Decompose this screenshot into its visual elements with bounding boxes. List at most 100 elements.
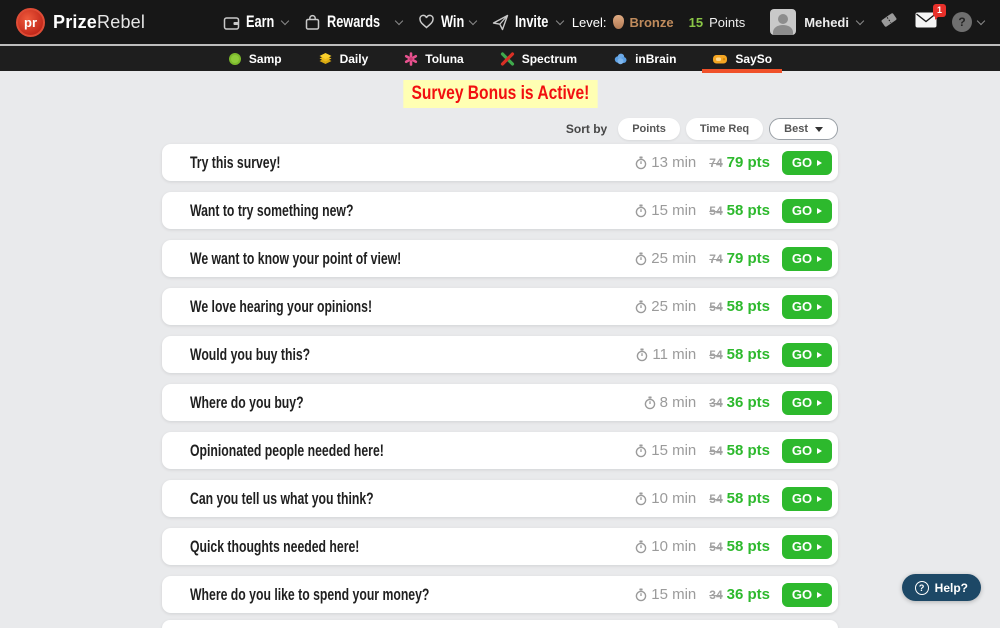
- go-button[interactable]: GO: [782, 343, 832, 367]
- original-points: 54: [709, 300, 722, 314]
- sayso-icon: [712, 52, 728, 66]
- play-icon: [817, 400, 822, 406]
- survey-row: We love hearing your opinions! 25 min 54…: [162, 288, 838, 325]
- caret-down-icon: [815, 127, 823, 132]
- chevron-down-icon: [556, 16, 564, 24]
- time-value: 15 min: [651, 586, 696, 603]
- stopwatch-icon: [635, 252, 647, 266]
- level-tier: Bronze: [630, 15, 674, 30]
- chevron-down-icon: [856, 16, 864, 24]
- go-label: GO: [792, 539, 812, 554]
- survey-title: Want to try something new?: [190, 201, 511, 221]
- survey-meta: 10 min 54 58 pts GO: [635, 487, 832, 511]
- time-value: 15 min: [651, 202, 696, 219]
- go-button[interactable]: GO: [782, 199, 832, 223]
- play-icon: [817, 256, 822, 262]
- survey-row: Where do you buy? 8 min 34 36 pts GO: [162, 384, 838, 421]
- menu-win[interactable]: Win: [418, 12, 476, 32]
- go-button[interactable]: GO: [782, 151, 832, 175]
- tab-spectrum-label: Spectrum: [522, 52, 577, 66]
- stopwatch-icon: [636, 348, 648, 362]
- survey-row: Where do you like to spend your money? 1…: [162, 576, 838, 613]
- sort-points-button[interactable]: Points: [618, 118, 680, 140]
- tab-sayso[interactable]: SaySo: [694, 46, 790, 71]
- time-value: 25 min: [651, 298, 696, 315]
- banner-area: Survey Bonus is Active!: [0, 80, 1000, 107]
- time-estimate: 10 min: [635, 490, 696, 507]
- original-points: 54: [709, 348, 722, 362]
- go-button[interactable]: GO: [782, 535, 832, 559]
- go-button[interactable]: GO: [782, 487, 832, 511]
- account-area: Level: Bronze 15 Points Mehedi 1: [572, 9, 984, 35]
- original-points: 34: [709, 396, 722, 410]
- go-label: GO: [792, 587, 812, 602]
- help-button[interactable]: ? Help?: [902, 574, 981, 601]
- sort-by-label: Sort by: [566, 122, 607, 136]
- tab-spectrum[interactable]: Spectrum: [482, 46, 595, 71]
- play-icon: [817, 544, 822, 550]
- go-label: GO: [792, 155, 812, 170]
- logo-pr-icon: pr: [16, 8, 45, 37]
- go-button[interactable]: GO: [782, 295, 832, 319]
- points-value: 79 pts: [727, 250, 770, 267]
- chevron-down-icon: [281, 16, 289, 24]
- survey-meta: 25 min 74 79 pts GO: [635, 247, 832, 271]
- original-points: 74: [709, 252, 722, 266]
- tab-toluna[interactable]: Toluna: [386, 46, 481, 71]
- menu-earn[interactable]: Earn: [223, 12, 288, 32]
- menu-rewards[interactable]: Rewards: [304, 12, 402, 32]
- samp-icon: [228, 52, 242, 66]
- survey-title: We love hearing your opinions!: [190, 297, 511, 317]
- main-menu: Earn Rewards Win Invite: [223, 12, 563, 32]
- time-estimate: 25 min: [635, 250, 696, 267]
- tab-samp[interactable]: Samp: [210, 46, 300, 71]
- play-icon: [817, 592, 822, 598]
- survey-row: Want to try something new? 15 min 54 58 …: [162, 192, 838, 229]
- user-menu[interactable]: Mehedi: [770, 9, 863, 35]
- go-label: GO: [792, 395, 812, 410]
- ticket-icon: [878, 10, 900, 35]
- survey-provider-tabs: Samp Daily Toluna Spectrum inBrain SaySo: [0, 44, 1000, 71]
- points-value: 36 pts: [727, 394, 770, 411]
- sort-best-dropdown[interactable]: Best: [769, 118, 838, 140]
- rewards-ticket-button[interactable]: [878, 10, 900, 35]
- survey-title: Try this survey!: [190, 153, 511, 173]
- survey-title: Opinionated people needed here!: [190, 441, 511, 461]
- help-menu[interactable]: ?: [952, 12, 984, 32]
- time-estimate: 15 min: [635, 586, 696, 603]
- stopwatch-icon: [644, 396, 656, 410]
- survey-row: Try this survey! 13 min 74 79 pts GO: [162, 144, 838, 181]
- survey-title: Where do you like to spend your money?: [190, 585, 511, 605]
- tab-daily[interactable]: Daily: [300, 46, 387, 71]
- time-estimate: 11 min: [636, 346, 696, 363]
- survey-title: Quick thoughts needed here!: [190, 537, 511, 557]
- menu-invite-label: Invite: [515, 12, 548, 32]
- go-label: GO: [792, 299, 812, 314]
- survey-title: Where do you buy?: [190, 393, 517, 413]
- time-value: 10 min: [651, 490, 696, 507]
- tab-inbrain[interactable]: inBrain: [595, 46, 694, 71]
- go-button[interactable]: GO: [782, 583, 832, 607]
- time-value: 25 min: [651, 250, 696, 267]
- question-mark-icon: ?: [952, 12, 972, 32]
- play-icon: [817, 496, 822, 502]
- messages-button[interactable]: 1: [915, 12, 937, 33]
- go-button[interactable]: GO: [782, 439, 832, 463]
- go-label: GO: [792, 347, 812, 362]
- original-points: 74: [709, 156, 722, 170]
- menu-invite[interactable]: Invite: [492, 12, 563, 32]
- time-value: 13 min: [651, 154, 696, 171]
- survey-meta: 15 min 34 36 pts GO: [635, 583, 832, 607]
- sort-timereq-button[interactable]: Time Req: [686, 118, 763, 140]
- level-indicator: Level: Bronze 15 Points: [572, 15, 745, 30]
- go-button[interactable]: GO: [782, 247, 832, 271]
- top-navbar: pr PrizeRebel Earn Rewards Win: [0, 0, 1000, 44]
- go-button[interactable]: GO: [782, 391, 832, 415]
- survey-title: We want to know your point of view!: [190, 249, 511, 269]
- prizerebel-logo[interactable]: pr PrizeRebel: [16, 8, 145, 37]
- tab-sayso-label: SaySo: [735, 52, 772, 66]
- survey-row: Quick thoughts needed here! 10 min 54 58…: [162, 528, 838, 565]
- menu-win-label: Win: [441, 12, 464, 32]
- go-label: GO: [792, 443, 812, 458]
- tab-toluna-label: Toluna: [425, 52, 463, 66]
